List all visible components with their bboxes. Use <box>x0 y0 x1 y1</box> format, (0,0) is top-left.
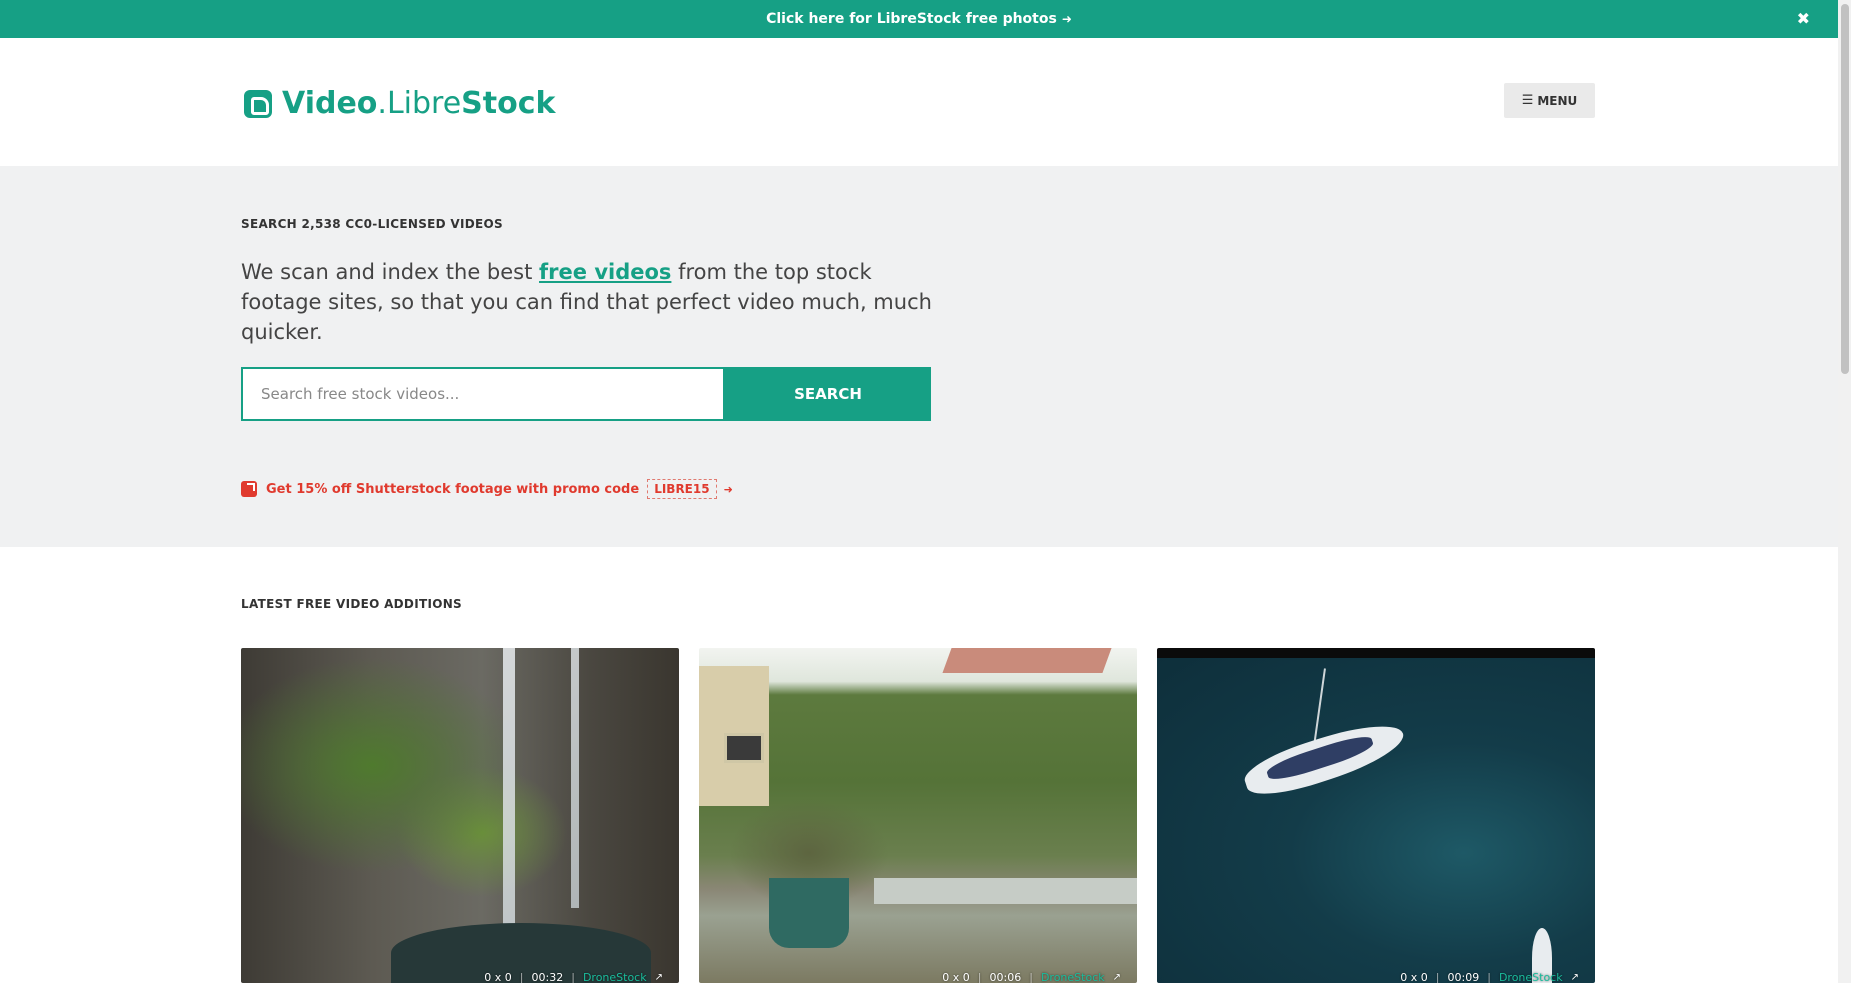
meta-separator: | <box>571 971 575 983</box>
meta-separator: | <box>519 971 524 983</box>
video-dimensions: 0 x 0 <box>942 971 970 983</box>
meta-separator: | <box>1029 971 1033 983</box>
search-button[interactable]: SEARCH <box>725 367 931 421</box>
video-card[interactable]: 0 x 0 | 00:32 | DroneStock ↗ <box>241 648 679 983</box>
arrow-right-icon: ➜ <box>723 482 733 496</box>
video-count-heading: SEARCH 2,538 CC0-LICENSED VIDEOS <box>241 217 503 231</box>
video-card[interactable]: 0 x 0 | 00:09 | DroneStock ↗ <box>1157 648 1595 983</box>
shutterstock-icon <box>241 481 257 497</box>
hero-lead: We scan and index the best free videos f… <box>241 257 941 347</box>
video-thumbnail-garden[interactable] <box>699 648 1137 983</box>
video-source-link[interactable]: DroneStock <box>1499 971 1563 983</box>
lead-text-start: We scan and index the best <box>241 260 540 284</box>
scrollbar-thumb[interactable] <box>1841 4 1849 374</box>
page-scrollbar[interactable] <box>1838 0 1851 983</box>
meta-separator: | <box>977 971 982 983</box>
video-meta: 0 x 0 | 00:09 | DroneStock ↗ <box>1400 971 1579 983</box>
menu-button[interactable]: ☰ MENU <box>1504 83 1595 118</box>
external-link-icon: ↗ <box>1112 972 1121 983</box>
video-thumbnail-waterfall[interactable] <box>241 648 679 983</box>
announcement-bar[interactable]: Click here for LibreStock free photos ➜ … <box>0 0 1838 38</box>
video-thumbnail-sailboat[interactable] <box>1157 648 1595 983</box>
free-videos-link[interactable]: free videos <box>539 260 671 284</box>
video-source-link[interactable]: DroneStock <box>1041 971 1105 983</box>
video-duration: 00:09 <box>1447 971 1480 983</box>
promo-code: LIBRE15 <box>647 479 717 499</box>
logo-text-stock: Stock <box>461 86 556 121</box>
promo-text: Get 15% off Shutterstock footage with pr… <box>266 481 640 497</box>
hamburger-icon: ☰ <box>1521 93 1534 108</box>
announcement-text[interactable]: Click here for LibreStock free photos <box>766 11 1057 27</box>
menu-label: MENU <box>1537 93 1578 108</box>
external-link-icon: ↗ <box>1570 972 1579 983</box>
search-form: SEARCH <box>241 367 931 421</box>
video-duration: 00:32 <box>531 971 564 983</box>
promo-banner[interactable]: Get 15% off Shutterstock footage with pr… <box>241 479 733 499</box>
meta-separator: | <box>1487 971 1491 983</box>
video-dimensions: 0 x 0 <box>1400 971 1428 983</box>
logo-text-libre: .Libre <box>377 86 462 121</box>
logo-icon <box>244 89 272 118</box>
video-meta: 0 x 0 | 00:32 | DroneStock ↗ <box>484 971 663 983</box>
video-duration: 00:06 <box>989 971 1022 983</box>
hero-section: SEARCH 2,538 CC0-LICENSED VIDEOS We scan… <box>0 166 1838 547</box>
close-icon[interactable]: ✖ <box>1797 9 1810 28</box>
logo-text-video: Video <box>282 86 378 121</box>
latest-additions-title: LATEST FREE VIDEO ADDITIONS <box>241 597 463 611</box>
meta-separator: | <box>1435 971 1440 983</box>
video-dimensions: 0 x 0 <box>484 971 512 983</box>
site-logo[interactable]: Video .Libre Stock <box>244 86 555 121</box>
video-card[interactable]: 0 x 0 | 00:06 | DroneStock ↗ <box>699 648 1137 983</box>
arrow-right-icon: ➜ <box>1061 12 1072 26</box>
external-link-icon: ↗ <box>654 972 663 983</box>
video-meta: 0 x 0 | 00:06 | DroneStock ↗ <box>942 971 1121 983</box>
video-source-link[interactable]: DroneStock <box>583 971 647 983</box>
site-header: Video .Libre Stock ☰ MENU <box>0 38 1838 166</box>
search-input[interactable] <box>241 367 725 421</box>
